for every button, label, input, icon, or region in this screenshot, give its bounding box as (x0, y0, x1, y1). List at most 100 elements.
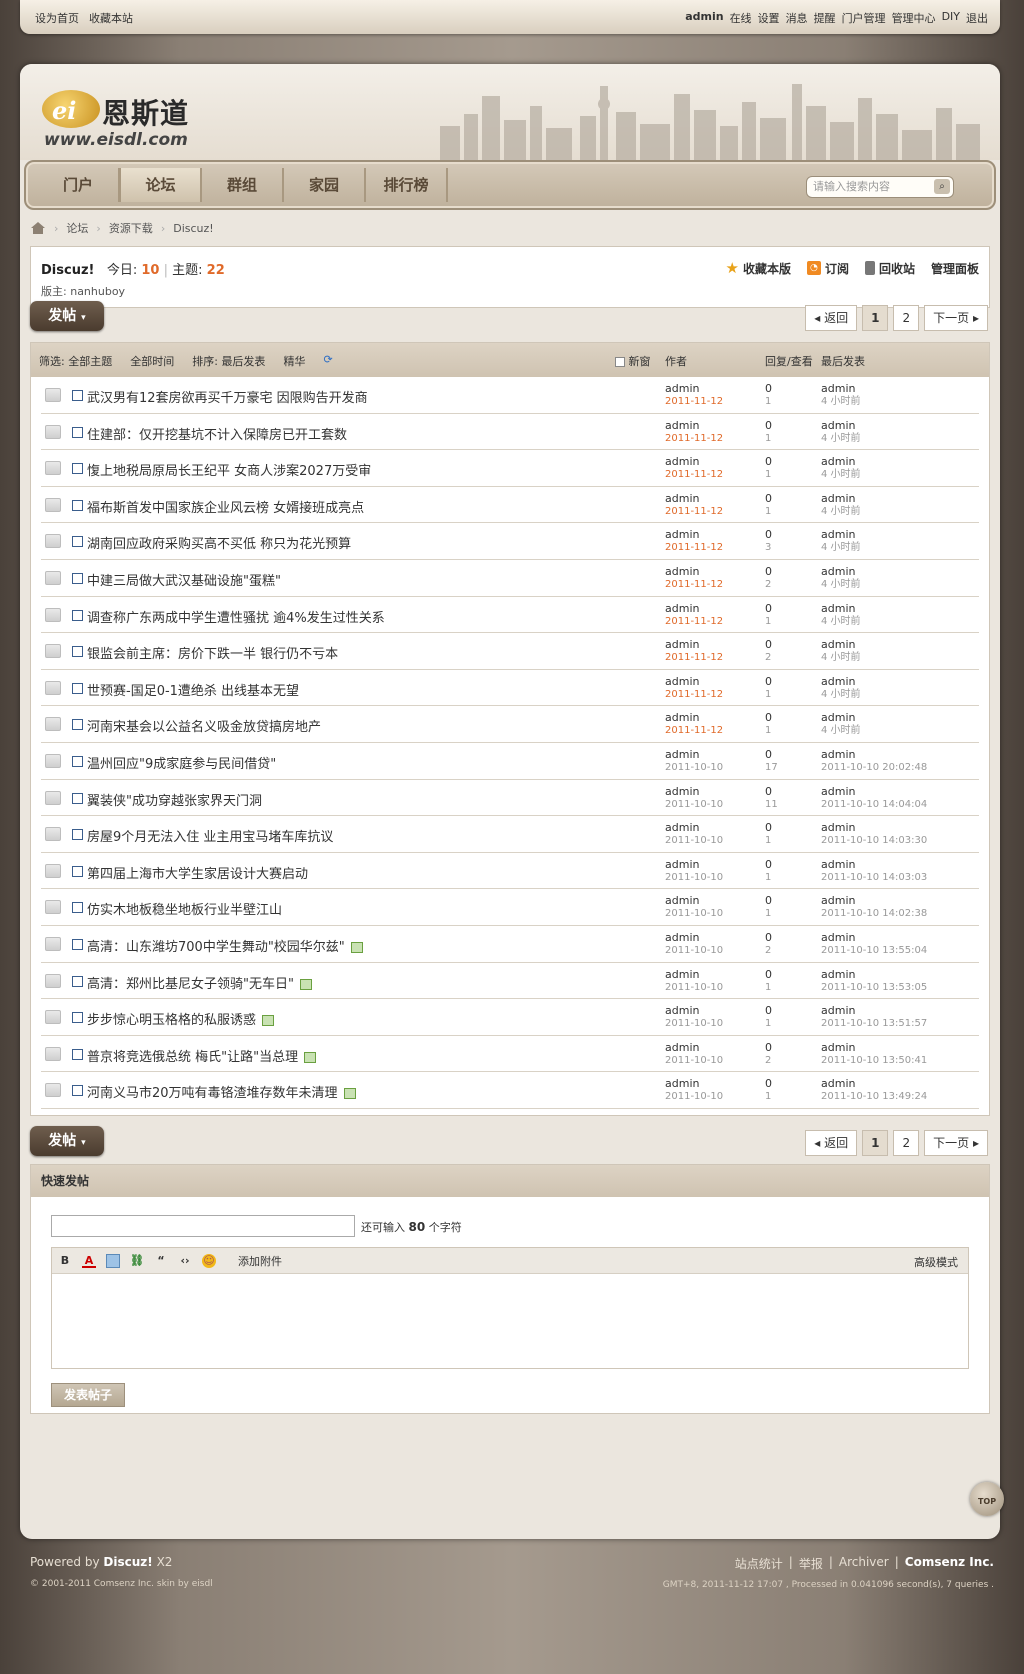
thread-status-icon[interactable] (45, 863, 61, 878)
thread-checkbox[interactable] (72, 609, 83, 621)
portal-admin-link[interactable]: 门户管理 (842, 10, 886, 26)
thread-status-icon[interactable] (45, 534, 61, 549)
link-icon[interactable]: ⛓ (130, 1254, 144, 1268)
author-link[interactable]: admin (665, 968, 723, 981)
thread-title-link[interactable]: 普京将竞选俄总统 梅氏"让路"当总理 (87, 1050, 298, 1065)
thread-title-link[interactable]: 房屋9个月无法入住 业主用宝马堵车库抗议 (87, 830, 333, 845)
admin-center-link[interactable]: 管理中心 (892, 10, 936, 26)
thread-title-link[interactable]: 河南义马市20万吨有毒铬渣堆存数年未清理 (87, 1086, 338, 1101)
logout-link[interactable]: 退出 (966, 10, 988, 26)
image-icon[interactable] (106, 1254, 120, 1268)
settings-link[interactable]: 设置 (758, 10, 780, 26)
author-link[interactable]: admin (665, 931, 723, 944)
thread-checkbox[interactable] (72, 938, 83, 950)
thread-status-icon[interactable] (45, 790, 61, 805)
last-poster-link[interactable]: admin (821, 528, 861, 541)
nav-item-groups[interactable]: 群组 (202, 168, 284, 202)
add-attachment-button[interactable]: 添加附件 (238, 1253, 282, 1269)
author-link[interactable]: admin (665, 858, 723, 871)
breadcrumb-resources[interactable]: 资源下载 (109, 220, 153, 236)
thread-status-icon[interactable] (45, 497, 61, 512)
thread-checkbox[interactable] (72, 390, 83, 401)
thread-status-icon[interactable] (45, 900, 61, 915)
thread-checkbox[interactable] (72, 829, 83, 841)
author-link[interactable]: admin (665, 821, 723, 834)
thread-checkbox[interactable] (72, 865, 83, 877)
thread-status-icon[interactable] (45, 973, 61, 988)
font-color-icon[interactable]: A (82, 1254, 96, 1268)
thread-status-icon[interactable] (45, 388, 61, 402)
author-link[interactable]: admin (665, 602, 723, 615)
last-poster-link[interactable]: admin (821, 858, 927, 871)
thread-title-link[interactable]: 武汉男有12套房欲再买千万豪宅 因限购告开发商 (87, 391, 368, 406)
search-icon[interactable]: ⌕ (934, 179, 950, 194)
subscribe-button[interactable]: ◔ 订阅 (806, 259, 849, 277)
thread-checkbox[interactable] (72, 719, 83, 731)
author-link[interactable]: admin (665, 455, 723, 468)
breadcrumb-forum[interactable]: 论坛 (66, 220, 88, 236)
last-post-time[interactable]: 2011-10-10 13:53:05 (821, 981, 927, 994)
author-link[interactable]: admin (665, 565, 723, 578)
search-input[interactable]: 请输入搜索内容 (806, 176, 954, 198)
notifications-link[interactable]: 提醒 (814, 10, 836, 26)
author-link[interactable]: admin (665, 1077, 723, 1090)
last-poster-link[interactable]: admin (821, 821, 927, 834)
pager-page-2[interactable]: 2 (893, 305, 920, 331)
last-post-time[interactable]: 4 小时前 (821, 578, 861, 591)
author-link[interactable]: admin (665, 785, 723, 798)
last-post-time[interactable]: 4 小时前 (821, 395, 861, 408)
messages-link[interactable]: 消息 (786, 10, 808, 26)
thread-status-icon[interactable] (45, 753, 61, 768)
last-post-time[interactable]: 4 小时前 (821, 615, 861, 628)
author-link[interactable]: admin (665, 638, 723, 651)
submit-post-button[interactable]: 发表帖子 (51, 1383, 125, 1407)
thread-status-icon[interactable] (45, 570, 61, 585)
nav-item-ranking[interactable]: 排行榜 (366, 168, 448, 202)
last-poster-link[interactable]: admin (821, 748, 927, 761)
thread-status-icon[interactable] (45, 827, 61, 842)
thread-title-link[interactable]: 银监会前主席：房价下跌一半 银行仍不亏本 (87, 647, 338, 662)
last-post-time[interactable]: 2011-10-10 14:02:38 (821, 907, 927, 920)
forum-name[interactable]: Discuz! (41, 263, 94, 278)
thread-title-link[interactable]: 愎上地税局原局长王纪平 女商人涉案2027万受审 (87, 464, 371, 479)
thread-title-link[interactable]: 河南宋基会以公益名义吸金放贷搞房地产 (87, 720, 321, 735)
thread-checkbox[interactable] (72, 975, 83, 987)
last-poster-link[interactable]: admin (821, 785, 927, 798)
author-link[interactable]: admin (665, 419, 723, 432)
thread-title-link[interactable]: 高清：山东潍坊700中学生舞动"校园华尔兹" (87, 940, 345, 955)
thread-checkbox[interactable] (72, 1012, 83, 1024)
site-stats-link[interactable]: 站点统计 (735, 1555, 783, 1572)
author-link[interactable]: admin (665, 748, 723, 761)
discuz-link[interactable]: Discuz! (103, 1555, 152, 1569)
thread-status-icon[interactable] (45, 607, 61, 622)
thread-title-link[interactable]: 福布斯首发中国家族企业风云榜 女婿接班成亮点 (87, 501, 364, 516)
last-post-time[interactable]: 2011-10-10 14:03:30 (821, 834, 927, 847)
last-post-time[interactable]: 4 小时前 (821, 688, 861, 701)
admin-panel-button[interactable]: 管理面板 (931, 259, 979, 277)
author-link[interactable]: admin (665, 528, 723, 541)
author-link[interactable]: admin (665, 1004, 723, 1017)
filter-all-time[interactable]: 全部时间 (130, 353, 174, 369)
thread-checkbox[interactable] (72, 426, 83, 438)
thread-checkbox[interactable] (72, 755, 83, 767)
thread-status-icon[interactable] (45, 1046, 61, 1061)
thread-status-icon[interactable] (45, 424, 61, 439)
thread-status-icon[interactable] (45, 461, 61, 476)
thread-checkbox[interactable] (72, 682, 83, 694)
thread-title-link[interactable]: 第四届上海市大学生家居设计大赛启动 (87, 867, 308, 882)
thread-title-link[interactable]: 调查称广东两成中学生遭性骚扰 逾4%发生过性关系 (87, 611, 385, 626)
nav-item-portal[interactable]: 门户 (38, 168, 120, 202)
last-poster-link[interactable]: admin (821, 565, 861, 578)
last-poster-link[interactable]: admin (821, 675, 861, 688)
last-post-time[interactable]: 4 小时前 (821, 651, 861, 664)
favorite-forum-button[interactable]: ★ 收藏本版 (725, 259, 790, 277)
last-post-time[interactable]: 2011-10-10 20:02:48 (821, 761, 927, 774)
thread-title-link[interactable]: 温州回应"9成家庭参与民间借贷" (87, 757, 276, 772)
last-poster-link[interactable]: admin (821, 711, 861, 724)
thread-checkbox[interactable] (72, 463, 83, 475)
last-post-time[interactable]: 2011-10-10 13:51:57 (821, 1017, 927, 1030)
report-link[interactable]: 举报 (799, 1555, 823, 1572)
thread-checkbox[interactable] (72, 1085, 83, 1097)
new-post-button[interactable]: 发帖 ▾ (30, 301, 104, 331)
thread-checkbox[interactable] (72, 1048, 83, 1060)
